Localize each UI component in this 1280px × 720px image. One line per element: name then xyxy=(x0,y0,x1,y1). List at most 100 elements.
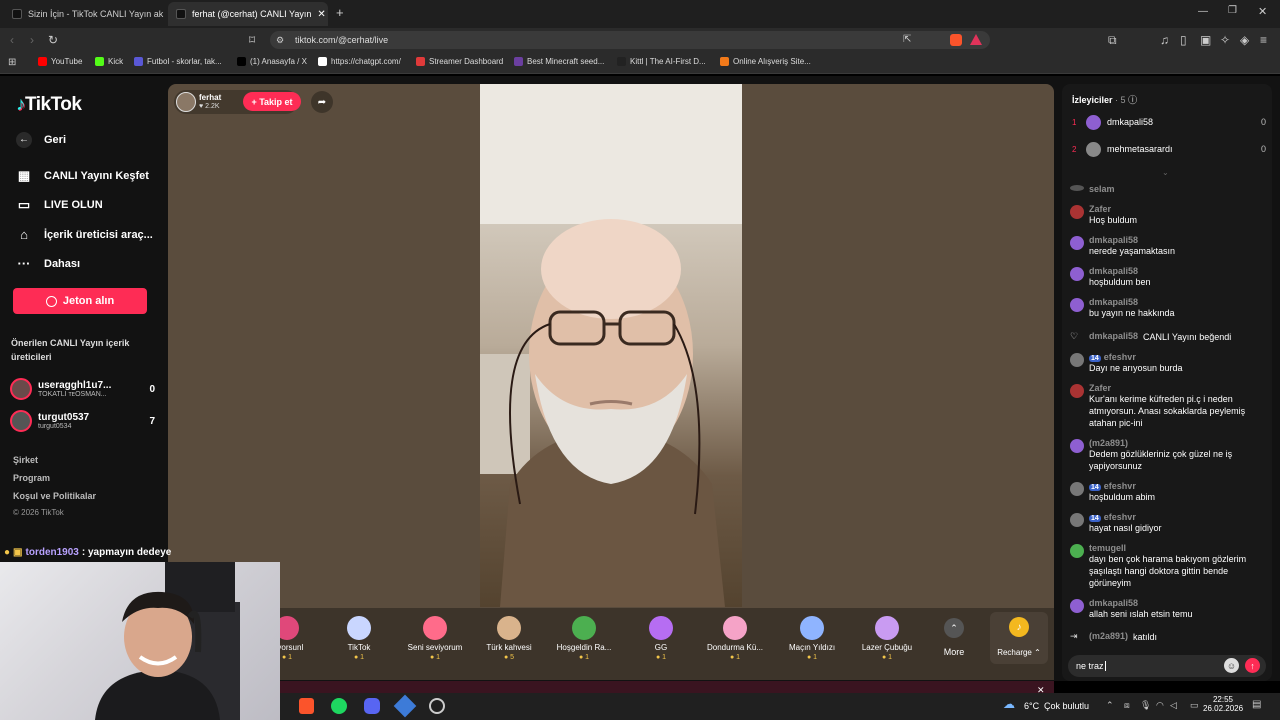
bookmark-item[interactable]: Kittl | The AI-First D... xyxy=(617,57,706,66)
leo-ai-icon[interactable]: ✧ xyxy=(1220,33,1230,47)
minimize-icon[interactable]: — xyxy=(1198,6,1208,17)
footer-company-link[interactable]: Şirket xyxy=(13,455,38,465)
close-window-icon[interactable]: ✕ xyxy=(1258,5,1267,18)
gift-item[interactable]: GG ● 1 xyxy=(626,612,696,661)
bookmark-item[interactable]: (1) Anasayfa / X xyxy=(237,57,307,66)
tray-app-icon[interactable]: ⧈ xyxy=(1124,700,1130,711)
bookmark-item[interactable]: https://chatgpt.com/ xyxy=(318,57,401,66)
bookmark-item[interactable]: Best Minecraft seed... xyxy=(514,57,604,66)
gift-item[interactable]: Seni seviyorum ● 1 xyxy=(400,612,470,661)
chat-message[interactable]: selam xyxy=(1070,184,1260,194)
avatar xyxy=(1070,298,1084,312)
chat-message[interactable]: (m2a891) Dedem gözlükleriniz çok güzel ne… xyxy=(1070,438,1260,472)
creator-tools-icon: ⌂ xyxy=(20,227,28,242)
url-text: tiktok.com/@cerhat/live xyxy=(295,35,389,45)
tab-ferhat-live[interactable]: ferhat (@cerhat) CANLI Yayın ✕ xyxy=(168,2,328,26)
gift-item[interactable]: TikTok ● 1 xyxy=(324,612,394,661)
host-name[interactable]: ferhat xyxy=(199,93,221,102)
brave-taskbar-icon[interactable] xyxy=(299,698,314,714)
chat-message[interactable]: dmkapali58 nerede yaşamaktasın xyxy=(1070,235,1260,257)
bookmark-item[interactable]: YouTube xyxy=(38,57,82,66)
gift-item[interactable]: Hoşgeldin Ra... ● 1 xyxy=(549,612,619,661)
chat-message[interactable]: temugell dayı ben çok harama bakıyom gözl… xyxy=(1070,543,1260,589)
tab-tiktok-live-feed[interactable]: Sizin İçin - TikTok CANLI Yayın akışı xyxy=(4,2,164,26)
new-tab-button[interactable]: + xyxy=(336,5,344,20)
bookmark-item[interactable]: Futbol - skorlar, tak... xyxy=(134,57,222,66)
back-icon[interactable]: ‹ xyxy=(10,33,14,47)
follow-button[interactable]: + Takip et xyxy=(243,92,301,111)
wifi-icon[interactable]: ◠ xyxy=(1156,700,1164,711)
brave-shield-icon[interactable] xyxy=(950,34,962,46)
emoji-icon[interactable]: ☺ xyxy=(1224,658,1239,673)
tray-chevron-icon[interactable]: ⌃ xyxy=(1106,700,1114,711)
chevron-up-icon[interactable]: ⌃ xyxy=(944,618,964,638)
share-stream-icon[interactable]: ➦ xyxy=(311,91,333,113)
chat-message[interactable]: dmkapali58 allah seni ıslah etsin temu xyxy=(1070,598,1260,620)
discord-taskbar-icon[interactable] xyxy=(364,698,380,714)
text-caret xyxy=(1104,661,1106,671)
footer-terms-link[interactable]: Koşul ve Politikalar xyxy=(13,491,96,501)
chat-message[interactable]: dmkapali58 hoşbuldum ben xyxy=(1070,266,1260,288)
menu-icon[interactable]: ≡ xyxy=(1260,33,1267,47)
suggested-creator[interactable]: useragghl1u7... TOKATLI тᴇOSMAN... 0 xyxy=(10,378,155,400)
info-icon[interactable]: ⓘ xyxy=(1128,95,1137,105)
suggested-creator[interactable]: turgut0537 turgut0534 7 xyxy=(10,410,155,432)
gift-item[interactable]: Lazer Çubuğu ● 1 xyxy=(852,612,922,661)
share-icon[interactable]: ⇱ xyxy=(903,34,911,45)
chat-message[interactable]: Zafer Hoş buldum xyxy=(1070,204,1260,226)
sidebar-item-creator-tools[interactable]: ⌂ İçerik üreticisi araç... xyxy=(16,227,153,242)
bookmark-item[interactable]: Streamer Dashboard xyxy=(416,57,503,66)
microphone-icon[interactable]: 🎙 xyxy=(1140,700,1151,711)
chat-message[interactable]: Zafer Kur'anı kerime küfreden pi.ç i nede… xyxy=(1070,383,1260,429)
notifications-icon[interactable]: ▤ xyxy=(1252,699,1261,710)
obs-taskbar-icon[interactable] xyxy=(429,698,445,714)
extensions-icon[interactable]: ⧉ xyxy=(1108,33,1117,48)
live-explore-icon: ▦ xyxy=(17,168,31,183)
bookmark-item[interactable]: Kick xyxy=(95,57,123,66)
restore-icon[interactable]: ❐ xyxy=(1228,5,1237,16)
level-badge: 14 xyxy=(1089,515,1101,522)
tiktok-note-icon: ♪ xyxy=(16,94,26,115)
get-coins-button[interactable]: Jeton alın xyxy=(13,288,147,314)
sidebar-item-more[interactable]: ··· Dahası xyxy=(16,256,81,271)
sidebar-item-explore-live[interactable]: ▦ CANLI Yayını Keşfet xyxy=(16,168,149,184)
spotify-taskbar-icon[interactable] xyxy=(331,698,347,714)
close-tab-icon[interactable]: ✕ xyxy=(317,9,325,20)
media-icon[interactable]: ♫ xyxy=(1160,33,1169,47)
chat-message[interactable]: 14 efeshvr hoşbuldum abim xyxy=(1070,481,1260,503)
wallet-icon[interactable]: ▣ xyxy=(1200,33,1211,47)
gift-item[interactable]: Türk kahvesi ● 5 xyxy=(474,612,544,661)
sidebar-toggle-icon[interactable]: ▯ xyxy=(1180,33,1187,47)
sidebar-item-go-live[interactable]: ▭ LIVE OLUN xyxy=(16,197,103,213)
gift-label: Dondurma Kü... xyxy=(706,643,764,652)
brave-rewards-icon[interactable] xyxy=(970,34,982,45)
battery-icon[interactable]: ▭ xyxy=(1190,700,1199,711)
volume-icon[interactable]: ◁ xyxy=(1170,700,1177,711)
live-video[interactable] xyxy=(480,84,742,607)
avatar xyxy=(10,378,32,400)
bookmark-item[interactable]: Online Alışveriş Site... xyxy=(720,57,811,66)
sidebar-item-back[interactable]: ← Geri xyxy=(16,132,66,148)
chevron-down-icon[interactable]: ⌄ xyxy=(1162,168,1169,177)
viewer-row[interactable]: 2 mehmetasarardı 0 xyxy=(1072,141,1266,157)
host-avatar[interactable] xyxy=(176,92,196,112)
vpn-icon[interactable]: ◈ xyxy=(1240,33,1249,47)
send-icon[interactable]: ↑ xyxy=(1245,658,1260,673)
gift-item[interactable]: Maçın Yıldızı ● 1 xyxy=(777,612,847,661)
address-bar[interactable]: tiktok.com/@cerhat/live xyxy=(270,31,990,49)
footer-program-link[interactable]: Program xyxy=(13,473,50,483)
forward-icon[interactable]: › xyxy=(30,33,34,47)
viewer-rank: 2 xyxy=(1072,144,1077,154)
bookmark-icon[interactable]: ⌑ xyxy=(249,33,255,47)
reload-icon[interactable]: ↻ xyxy=(48,33,58,47)
apps-grid-icon[interactable]: ⊞ xyxy=(8,57,16,68)
site-info-icon[interactable]: ⚙ xyxy=(276,35,284,46)
gift-item[interactable]: Dondurma Kü... ● 1 xyxy=(700,612,770,661)
chat-message[interactable]: 14 efeshvr hayat nasıl gidiyor xyxy=(1070,512,1260,534)
tiktok-logo[interactable]: ♪TikTok xyxy=(16,94,82,116)
more-gifts-button[interactable]: More xyxy=(934,647,974,657)
clock[interactable]: 22:55 26.02.2026 xyxy=(1203,695,1243,713)
chat-message[interactable]: 14 efeshvr Dayı ne arıyosun burda xyxy=(1070,352,1260,374)
viewer-row[interactable]: 1 dmkapali58 0 xyxy=(1072,114,1266,130)
chat-message[interactable]: dmkapali58 bu yayın ne hakkında xyxy=(1070,297,1260,319)
